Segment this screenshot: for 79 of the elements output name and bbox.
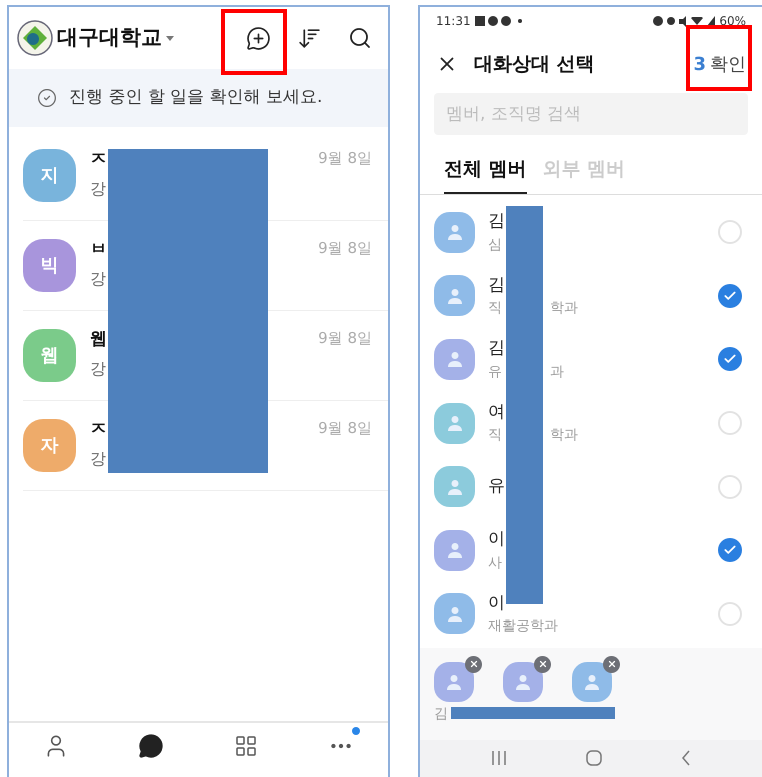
select-checkbox[interactable] [718,347,742,372]
member-name: 김 [488,210,506,234]
mute-icon [679,16,688,26]
close-icon [538,659,548,670]
select-checkbox[interactable] [718,602,742,626]
university-logo [17,20,53,56]
screen-title: 대화상대 선택 [474,52,595,77]
select-checkbox[interactable] [718,284,742,308]
member-department: 재활공학과 [488,618,558,634]
signal-icon [707,16,716,26]
select-checkbox[interactable] [718,538,742,562]
chat-name: ㅈ [90,418,108,441]
chat-preview: 강 [90,448,107,470]
member-name: 이 [488,528,506,552]
chat-preview: 강 [90,268,107,290]
status-icons [474,16,523,26]
member-name: 이 [488,592,506,615]
chat-date: 9월 8일 [318,328,372,349]
chat-name: ㅂ [90,238,108,261]
close-icon [606,659,616,670]
person-icon [446,541,464,560]
select-checkbox[interactable] [718,474,742,499]
close-icon [468,659,478,670]
person-icon [514,672,532,691]
home-icon[interactable] [586,750,602,766]
remove-button[interactable] [603,656,620,673]
person-icon [583,672,601,691]
search-icon[interactable] [348,26,372,50]
person-icon [446,604,464,623]
wifi-icon [691,17,704,25]
member-name: 김 [488,274,506,297]
member-department: 학과 [550,426,578,446]
new-chat-icon[interactable] [246,26,271,50]
member-department: 학과 [550,299,578,318]
chat-date: 9월 8일 [318,418,372,439]
status-time: 11:31 [436,13,471,30]
recent-apps-icon[interactable] [491,750,508,766]
grid-icon[interactable] [234,734,258,758]
member-department: 사 [488,554,502,571]
check-icon [723,288,737,303]
person-icon [446,414,464,432]
remove-button[interactable] [465,656,482,673]
member-name: 김 [488,337,506,360]
tab[interactable]: 전체 멤버 [444,147,527,194]
confirm-button[interactable]: 3 확인 [693,50,746,78]
chat-date: 9월 8일 [318,148,372,169]
select-checkbox[interactable] [718,411,742,436]
member-department: 과 [550,362,564,382]
check-circle-icon [37,88,57,108]
member-name: 유 [488,474,506,498]
chat-preview: 강 [90,178,107,200]
search-field[interactable]: 멤버, 조직명 검색 [434,93,748,135]
member-department: 심 [488,236,502,253]
person-icon [445,672,463,691]
chat-icon[interactable] [138,733,164,759]
chat-preview: 강 [90,358,107,380]
chat-name: ㅈ [90,148,108,171]
chat-avatar: 빅 [23,239,76,292]
person-icon [446,478,464,496]
chat-avatar: 웹 [23,329,76,382]
chat-name: 웹 [90,328,108,351]
person-icon [446,286,464,305]
member-department: 유 [488,364,502,380]
chat-avatar: 자 [23,419,76,472]
caret-icon[interactable] [166,36,174,40]
remove-button[interactable] [534,656,551,673]
select-checkbox[interactable] [718,220,742,244]
member-name: 여 [488,400,506,424]
person-icon [446,223,464,242]
chat-avatar: 지 [23,149,76,202]
chat-date: 9월 8일 [318,238,372,259]
chosen-name: 김 [434,704,448,724]
person-icon [446,350,464,368]
battery-percent: 60% [719,13,746,30]
member-department: 직 [488,427,502,444]
selected-count: 3 [693,52,706,76]
back-icon[interactable] [680,750,691,766]
member-department: 직 [488,300,502,316]
organization-name[interactable]: 대구대학교 [57,22,162,54]
